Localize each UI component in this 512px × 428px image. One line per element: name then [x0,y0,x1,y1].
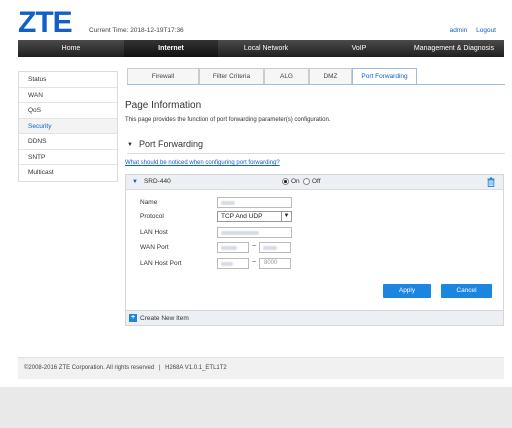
trash-icon[interactable] [487,177,495,187]
rule-name-text: SRD-440 [143,178,171,185]
wan-port-start-input[interactable] [217,242,249,253]
cancel-button[interactable]: Cancel [441,284,492,298]
nav-voip[interactable]: VoIP [314,40,404,57]
section-title[interactable]: ▼ Port Forwarding [127,139,203,149]
footer: ©2008-2016 ZTE Corporation. All rights r… [18,357,504,379]
sidebar-item-security[interactable]: Security [19,118,117,134]
footer-separator: | [158,365,161,371]
admin-link[interactable]: admin [450,27,468,34]
sidebar-item-wan[interactable]: WAN [19,88,117,103]
protocol-value: TCP And UDP [221,213,263,220]
sidebar-item-sntp[interactable]: SNTP [19,150,117,165]
tab-firewall[interactable]: Firewall [127,68,199,84]
page-description: This page provides the function of port … [125,117,331,123]
sidebar: Status WAN QoS Security DDNS SNTP Multic… [18,71,118,182]
sub-tabs: Firewall Filter Criteria ALG DMZ Port Fo… [127,68,417,84]
radio-on-label: On [291,178,300,185]
nav-management-diagnosis[interactable]: Management & Diagnosis [404,40,504,57]
radio-on-dot[interactable] [282,178,289,185]
lan-host-input[interactable] [217,227,292,238]
lan-host-label: LAN Host [140,229,168,236]
rule-panel: ▼ SRD-440 On Off Name Protocol TCP And UD… [125,174,504,311]
copyright: ©2008-2016 ZTE Corporation. All rights r… [24,365,155,371]
sidebar-item-ddns[interactable]: DDNS [19,134,117,150]
sidebar-item-multicast[interactable]: Multicast [19,165,117,181]
sidebar-item-status[interactable]: Status [19,72,117,88]
radio-off-dot[interactable] [303,178,310,185]
tab-filter-criteria[interactable]: Filter Criteria [199,68,264,84]
current-time: Current Time: 2018-12-19T17:36 [89,27,184,34]
current-time-label: Current Time: [89,27,129,34]
lan-host-port-start-input[interactable] [217,258,249,269]
plus-icon: + [129,314,137,322]
redacted-value [221,262,233,266]
footer-text: ©2008-2016 ZTE Corporation. All rights r… [24,365,227,371]
triangle-down-icon: ▼ [127,142,133,148]
section-title-text: Port Forwarding [138,139,203,149]
radio-off-label: Off [312,178,321,185]
tab-port-forwarding[interactable]: Port Forwarding [352,68,417,84]
lan-host-port-separator: ~ [252,259,257,266]
redacted-value [221,231,259,235]
apply-button[interactable]: Apply [383,284,431,298]
wan-port-separator: ~ [252,243,257,250]
lan-host-port-end-input[interactable]: 8000 [259,258,291,269]
nav-home[interactable]: Home [18,40,124,57]
lan-host-port-end-value: 8000 [264,260,278,266]
sidebar-item-qos[interactable]: QoS [19,103,117,119]
page-title: Page Information [125,100,202,111]
lan-host-port-label: LAN Host Port [140,260,182,267]
create-new-item-row[interactable]: + Create New Item [125,311,504,326]
nav-internet[interactable]: Internet [124,40,218,57]
chevron-down-icon: ▼ [132,179,138,185]
current-time-value: 2018-12-19T17:36 [130,27,184,34]
create-new-item-label: Create New Item [140,314,189,322]
rule-name: ▼ SRD-440 [132,178,171,185]
firmware-version: H268A V1.0.1_ETL1T2 [165,365,227,371]
tab-alg[interactable]: ALG [264,68,309,84]
protocol-select[interactable]: TCP And UDP ▼ [217,211,292,222]
wan-port-label: WAN Port [140,244,169,251]
nav-local-network[interactable]: Local Network [218,40,314,57]
tabs-divider [127,84,505,85]
protocol-label: Protocol [140,213,164,220]
tab-dmz[interactable]: DMZ [309,68,352,84]
radio-off[interactable]: Off [303,178,321,185]
logout-link[interactable]: Logout [476,27,496,34]
redacted-value [221,246,237,250]
main-nav: Home Internet Local Network VoIP Managem… [18,40,504,57]
wan-port-end-input[interactable] [259,242,291,253]
name-label: Name [140,199,158,206]
dropdown-arrow-icon: ▼ [281,212,291,221]
top-links: admin Logout [443,27,496,34]
page: ZTE Current Time: 2018-12-19T17:36 admin… [0,0,512,387]
redacted-value [263,246,277,250]
section-divider [127,153,505,154]
notice-link[interactable]: What should be noticed when configuring … [125,160,280,166]
rule-header[interactable]: ▼ SRD-440 On Off [126,175,503,190]
redacted-value [221,201,235,205]
zte-logo: ZTE [18,6,73,39]
name-input[interactable] [217,197,292,208]
radio-on[interactable]: On [282,178,300,185]
